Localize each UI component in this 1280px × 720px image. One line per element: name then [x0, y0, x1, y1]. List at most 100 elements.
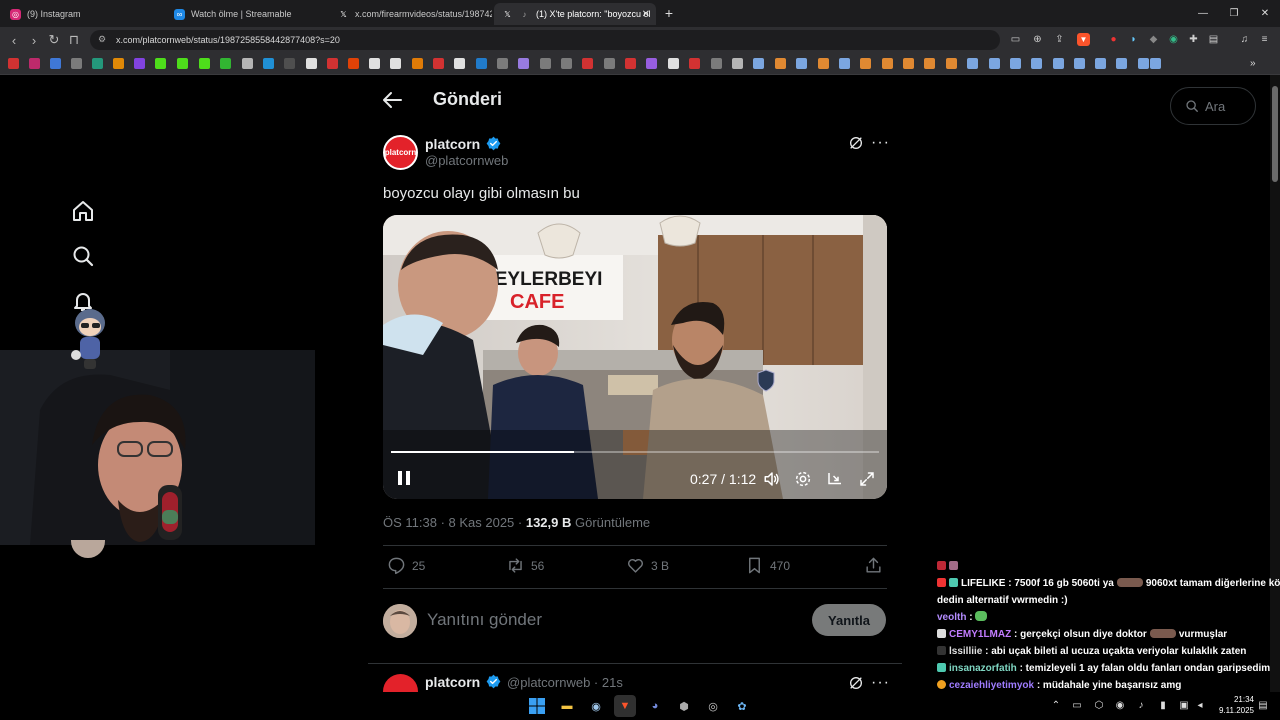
back-arrow-icon[interactable]	[381, 90, 403, 110]
bookmark-favicon-icon[interactable]	[1010, 58, 1021, 69]
volume-icon[interactable]	[763, 470, 781, 488]
bookmark-favicon-icon[interactable]	[646, 58, 657, 69]
bookmark-favicon-icon[interactable]	[839, 58, 850, 69]
tray-chevron-icon[interactable]: ⌃	[1050, 699, 1062, 711]
more-options-icon[interactable]: ···	[871, 674, 890, 692]
bookmark-favicon-icon[interactable]	[113, 58, 124, 69]
bookmark-favicon-icon[interactable]	[476, 58, 487, 69]
discord-icon[interactable]: ◕	[644, 695, 666, 717]
post-timestamp[interactable]: ÖS 11:38 · 8 Kas 2025 ·	[383, 515, 526, 530]
bookmark-favicon-icon[interactable]	[306, 58, 317, 69]
extensions-puzzle-icon[interactable]: ✚	[1187, 33, 1200, 46]
bookmark-favicon-icon[interactable]	[454, 58, 465, 69]
bookmark-favicon-icon[interactable]	[1116, 58, 1127, 69]
maximize-button[interactable]: ❐	[1219, 4, 1249, 22]
menu-icon[interactable]: ≡	[1258, 33, 1271, 46]
new-tab-button[interactable]: +	[658, 4, 680, 22]
author-avatar[interactable]: platcorn	[383, 135, 418, 170]
bookmark-favicon-icon[interactable]	[412, 58, 423, 69]
sidebar-toggle-icon[interactable]: ▤	[1207, 33, 1220, 46]
settings-gear-icon[interactable]	[794, 470, 812, 488]
bookmark-favicon-icon[interactable]	[242, 58, 253, 69]
bookmark-favicon-icon[interactable]	[327, 58, 338, 69]
fullscreen-icon[interactable]	[858, 470, 876, 488]
bookmark-favicon-icon[interactable]	[369, 58, 380, 69]
bookmark-favicon-icon[interactable]	[284, 58, 295, 69]
tray-app-icon[interactable]: ⬡	[1093, 699, 1105, 711]
zoom-icon[interactable]: ⊕	[1031, 33, 1044, 46]
brave-icon[interactable]: ▼	[614, 695, 636, 717]
bookmark-favicon-icon[interactable]	[1074, 58, 1085, 69]
file-explorer-icon[interactable]: ▬	[556, 695, 578, 717]
bookmark-favicon-icon[interactable]	[796, 58, 807, 69]
bookmark-favicon-icon[interactable]	[50, 58, 61, 69]
bookmark-favicon-icon[interactable]	[199, 58, 210, 69]
tab-instagram[interactable]: ◎ (9) Instagram	[2, 3, 164, 25]
network-icon[interactable]: ▣	[1178, 699, 1190, 711]
brave-shield-icon[interactable]: ▼	[1077, 33, 1090, 46]
user-avatar[interactable]	[383, 604, 417, 638]
bookmark-favicon-icon[interactable]	[29, 58, 40, 69]
bookmark-icon[interactable]: ⊓	[65, 31, 83, 49]
like-button[interactable]: 3 B	[626, 556, 669, 575]
steam-icon[interactable]: ◉	[585, 695, 607, 717]
bookmark-favicon-icon[interactable]	[390, 58, 401, 69]
repost-button[interactable]: 56	[506, 556, 544, 575]
scrollbar-thumb[interactable]	[1272, 86, 1278, 182]
url-bar[interactable]: ⚙ x.com/platcornweb/status/1987258558442…	[90, 30, 1000, 50]
bookmark-favicon-icon[interactable]	[1031, 58, 1042, 69]
back-button[interactable]: ‹	[5, 31, 23, 49]
close-window-button[interactable]: ✕	[1250, 4, 1280, 22]
author-name[interactable]: platcorn	[425, 136, 501, 152]
bookmark-favicon-icon[interactable]	[582, 58, 593, 69]
extension-icon[interactable]: ◗	[1127, 33, 1140, 46]
author-handle[interactable]: @platcornweb	[425, 153, 508, 168]
bookmark-favicon-icon[interactable]	[1150, 58, 1161, 69]
share-button[interactable]	[864, 556, 883, 575]
bookmark-favicon-icon[interactable]	[348, 58, 359, 69]
bookmark-favicon-icon[interactable]	[860, 58, 871, 69]
reply-input[interactable]: Yanıtını gönder	[427, 610, 542, 630]
windows-start-icon[interactable]	[526, 695, 548, 717]
tab-x-platcorn[interactable]: 𝕏 ♪ (1) X'te platcorn: "boyozcu ol ✕	[494, 3, 656, 25]
bookmark-favicon-icon[interactable]	[732, 58, 743, 69]
grok-icon[interactable]	[848, 675, 864, 691]
volume-icon[interactable]: ◂	[1194, 699, 1206, 711]
bookmark-favicon-icon[interactable]	[668, 58, 679, 69]
speaker-tray-icon[interactable]: ♪	[1135, 699, 1147, 711]
app-icon[interactable]: ✿	[731, 695, 753, 717]
bookmark-favicon-icon[interactable]	[92, 58, 103, 69]
minimize-button[interactable]: —	[1188, 4, 1218, 22]
microphone-icon[interactable]: ▮	[1157, 699, 1169, 711]
bookmark-favicon-icon[interactable]	[882, 58, 893, 69]
reload-button[interactable]: ↻	[45, 31, 63, 49]
bookmark-favicon-icon[interactable]	[71, 58, 82, 69]
media-icon[interactable]: ♫	[1238, 33, 1251, 46]
notification-icon[interactable]: ▤	[1257, 699, 1269, 711]
bookmark-favicon-icon[interactable]	[220, 58, 231, 69]
bookmark-favicon-icon[interactable]	[946, 58, 957, 69]
battery-icon[interactable]: ▭	[1071, 699, 1083, 711]
next-post-header[interactable]: platcorn @platcornweb · 21s	[425, 674, 623, 690]
search-icon[interactable]	[71, 244, 95, 268]
bookmark-favicon-icon[interactable]	[1095, 58, 1106, 69]
forward-button[interactable]: ›	[25, 31, 43, 49]
bookmark-favicon-icon[interactable]	[8, 58, 19, 69]
bookmark-favicon-icon[interactable]	[263, 58, 274, 69]
bookmark-favicon-icon[interactable]	[1138, 58, 1149, 69]
tab-x-firearm[interactable]: 𝕏 x.com/firearmvideos/status/198742	[330, 3, 492, 25]
bookmark-favicon-icon[interactable]	[540, 58, 551, 69]
bookmark-favicon-icon[interactable]	[967, 58, 978, 69]
bookmark-favicon-icon[interactable]	[711, 58, 722, 69]
bookmark-favicon-icon[interactable]	[1053, 58, 1064, 69]
bookmark-favicon-icon[interactable]	[518, 58, 529, 69]
bookmark-favicon-icon[interactable]	[775, 58, 786, 69]
bookmark-favicon-icon[interactable]	[989, 58, 1000, 69]
obs-icon[interactable]: ◎	[702, 695, 724, 717]
bookmark-favicon-icon[interactable]	[818, 58, 829, 69]
extension-icon[interactable]: ●	[1107, 33, 1120, 46]
app-icon[interactable]: ⬢	[673, 695, 695, 717]
home-icon[interactable]	[71, 199, 95, 223]
system-clock[interactable]: 21:34 9.11.2025	[1214, 694, 1254, 716]
bookmark-favicon-icon[interactable]	[177, 58, 188, 69]
